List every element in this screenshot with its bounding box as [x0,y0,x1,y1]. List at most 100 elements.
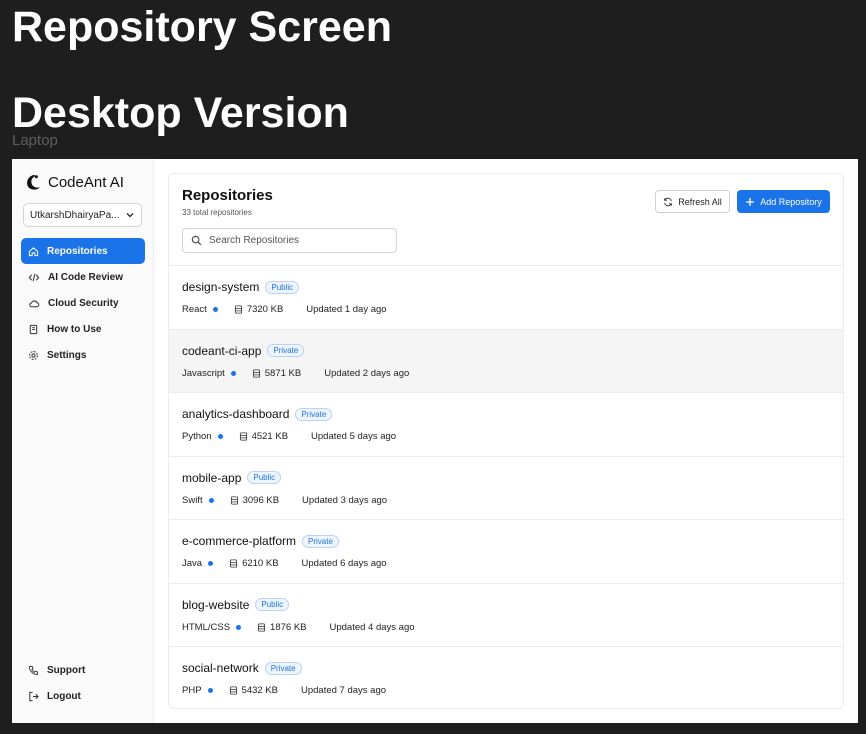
repo-name[interactable]: e-commerce-platform [182,534,296,548]
repo-row[interactable]: codeant-ci-app Private Javascript 5871 KB U… [169,329,843,393]
repo-size: 6210 KB [242,558,279,569]
repo-name[interactable]: blog-website [182,598,249,612]
repo-language: Java [182,558,203,569]
sidebar-item-cloud-security[interactable]: Cloud Security [21,290,145,316]
book-icon [29,324,38,334]
refresh-icon [664,197,673,206]
database-icon [230,495,238,505]
database-icon [230,559,238,568]
repo-name[interactable]: design-system [182,280,259,294]
sidebar-item-label: Settings [47,349,87,361]
cloud-icon [29,299,40,307]
home-icon [28,246,39,256]
visibility-badge: Public [265,280,300,294]
repo-row[interactable]: design-system Public React 7320 KB Updated … [169,266,843,330]
language-dot-icon [208,497,214,503]
repo-count: 33 total repositories [182,208,252,217]
language-dot-icon [212,307,218,312]
gear-icon [29,350,38,360]
repo-size: 1876 KB [270,621,307,633]
repo-updated: Updated 2 days ago [324,367,410,379]
database-icon [229,686,237,695]
section-title: Desktop Version [12,89,349,137]
refresh-all-button[interactable]: Refresh All [655,190,730,213]
add-repository-label: Add Repository [760,196,822,207]
database-icon [234,305,242,314]
app-frame: CodeAnt AI UtkarshDhairyaPa... Repositor… [12,159,858,723]
search-input[interactable]: Search Repositories [182,228,397,253]
visibility-badge: Private [264,661,302,675]
sidebar-item-settings[interactable]: Settings [21,342,145,368]
repo-size: 7320 KB [246,304,284,315]
repo-size: 3096 KB [242,494,280,506]
sidebar: CodeAnt AI UtkarshDhairyaPa... Repositor… [12,159,154,723]
sidebar-item-logout[interactable]: Logout [21,683,145,709]
repo-updated: Updated 6 days ago [301,558,387,569]
repo-row[interactable]: blog-website Public HTML/CSS 1876 KB Update… [169,584,843,647]
sidebar-item-label: AI Code Review [48,271,124,283]
card-header: Repositories 33 total repositories Searc… [169,174,843,266]
repo-list: design-system Public React 7320 KB Updated … [169,266,843,708]
logout-icon [29,691,39,701]
canvas-title: Repository Screen [12,3,392,51]
chevron-down-icon [126,213,134,218]
repo-name[interactable]: social-network [182,661,259,675]
code-icon [28,273,40,281]
repo-updated: Updated 7 days ago [301,685,387,696]
language-dot-icon [217,434,223,439]
sidebar-bottom-nav: Support Logout [21,657,145,709]
frame-label: Laptop [12,132,58,149]
visibility-badge: Private [295,407,333,421]
sidebar-item-label: How to Use [47,323,102,335]
repo-row[interactable]: mobile-app Public Swift 3096 KB Updated 3 d… [169,457,843,520]
repo-language: Javascript [182,367,225,379]
main-content: Repositories 33 total repositories Searc… [154,159,858,723]
database-icon [257,622,266,632]
language-dot-icon [207,688,213,693]
sidebar-nav: Repositories AI Code Review Cloud Securi… [21,238,145,368]
sidebar-item-label: Support [47,664,86,676]
sidebar-item-support[interactable]: Support [21,657,145,683]
repo-updated: Updated 4 days ago [329,621,415,633]
repo-language: PHP [182,685,202,696]
repositories-card: Repositories 33 total repositories Searc… [168,173,844,709]
repo-language: Swift [182,494,203,506]
repo-size: 5871 KB [264,367,302,379]
brand-name: CodeAnt AI [48,174,124,191]
codeant-logo-icon [27,174,41,190]
repo-size: 5432 KB [241,685,278,696]
database-icon [239,432,247,441]
org-select[interactable]: UtkarshDhairyaPa... [23,203,142,227]
repo-updated: Updated 5 days ago [311,431,397,442]
visibility-badge: Private [302,534,339,548]
repo-size: 4521 KB [251,431,289,442]
language-dot-icon [230,370,236,376]
repo-language: HTML/CSS [182,621,231,633]
search-icon [191,235,202,246]
sidebar-item-label: Logout [47,690,81,702]
language-dot-icon [236,624,242,630]
database-icon [252,368,260,378]
repo-name[interactable]: codeant-ci-app [182,344,261,358]
refresh-all-label: Refresh All [678,196,722,207]
page-title: Repositories [182,187,273,204]
add-repository-button[interactable]: Add Repository [737,190,830,213]
sidebar-item-repositories[interactable]: Repositories [21,238,145,264]
repo-row[interactable]: e-commerce-platform Private Java 6210 KB Up… [169,520,843,584]
repo-language: Python [182,431,212,442]
visibility-badge: Public [247,471,282,484]
repo-updated: Updated 1 day ago [306,304,387,315]
repo-name[interactable]: mobile-app [182,471,241,485]
search-placeholder: Search Repositories [209,235,300,246]
brand[interactable]: CodeAnt AI [24,173,124,192]
phone-icon [28,665,39,675]
sidebar-item-how-to-use[interactable]: How to Use [21,316,145,342]
org-select-value: UtkarshDhairyaPa... [30,209,120,221]
sidebar-item-ai-code-review[interactable]: AI Code Review [21,264,145,290]
language-dot-icon [208,561,214,566]
repo-row[interactable]: analytics-dashboard Private Python 4521 KB… [169,393,843,457]
plus-icon [746,197,755,206]
repo-language: React [182,304,207,315]
repo-name[interactable]: analytics-dashboard [182,407,289,421]
repo-row[interactable]: social-network Private PHP 5432 KB Updated … [169,647,843,708]
